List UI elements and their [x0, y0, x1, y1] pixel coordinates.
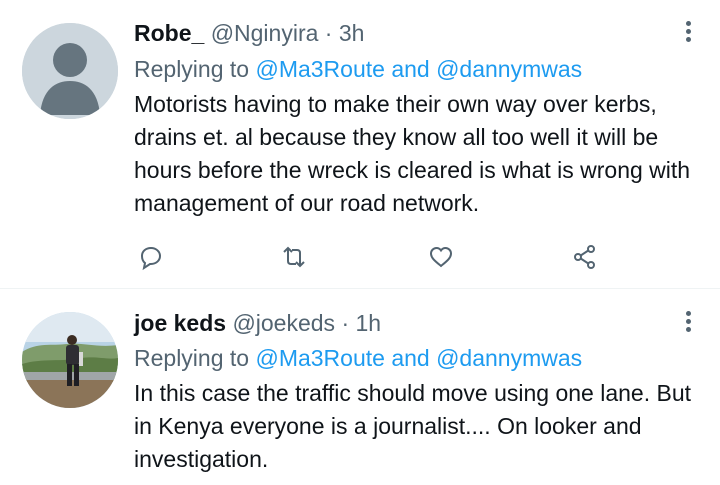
user-handle[interactable]: @joekeds [232, 310, 335, 336]
separator: · [341, 310, 350, 336]
retweet-icon [283, 246, 305, 268]
share-icon [574, 245, 595, 269]
like-icon [429, 246, 453, 268]
user-name[interactable]: joe keds [134, 310, 226, 336]
replying-to: Replying to @Ma3Route and @dannymwas [134, 52, 582, 86]
separator: · [324, 20, 333, 46]
avatar-photo [22, 312, 118, 408]
user-handle[interactable]: @Nginyira [211, 20, 319, 46]
tweet[interactable]: joe keds @joekeds · 1h Replying to @Ma3R… [0, 290, 720, 485]
replying-to-label: Replying to [134, 345, 250, 371]
tweet-header: Robe_ @Nginyira · 3h [134, 16, 364, 50]
share-button[interactable] [568, 240, 602, 274]
tweet[interactable]: Robe_ @Nginyira · 3h Replying to @Ma3Rou… [0, 0, 720, 289]
default-profile-icon [22, 23, 118, 119]
tweet-actions [0, 240, 720, 274]
timestamp[interactable]: 3h [339, 20, 365, 46]
replying-to: Replying to @Ma3Route and @dannymwas [134, 341, 582, 375]
more-options-icon[interactable] [682, 308, 694, 336]
default-avatar[interactable] [22, 23, 118, 119]
user-avatar[interactable] [22, 312, 118, 408]
user-name[interactable]: Robe_ [134, 20, 204, 46]
like-button[interactable] [424, 240, 458, 274]
more-options-icon[interactable] [682, 18, 694, 46]
timestamp[interactable]: 1h [356, 310, 382, 336]
replying-to-mentions[interactable]: @Ma3Route and @dannymwas [255, 56, 582, 82]
reply-icon [140, 246, 162, 271]
replying-to-label: Replying to [134, 56, 250, 82]
tweet-text: Motorists having to make their own way o… [134, 91, 691, 216]
retweet-button[interactable] [277, 240, 311, 274]
tweet-text: In this case the traffic should move usi… [134, 380, 692, 472]
replying-to-mentions[interactable]: @Ma3Route and @dannymwas [255, 345, 582, 371]
reply-button[interactable] [134, 240, 168, 274]
tweet-header: joe keds @joekeds · 1h [134, 306, 381, 340]
